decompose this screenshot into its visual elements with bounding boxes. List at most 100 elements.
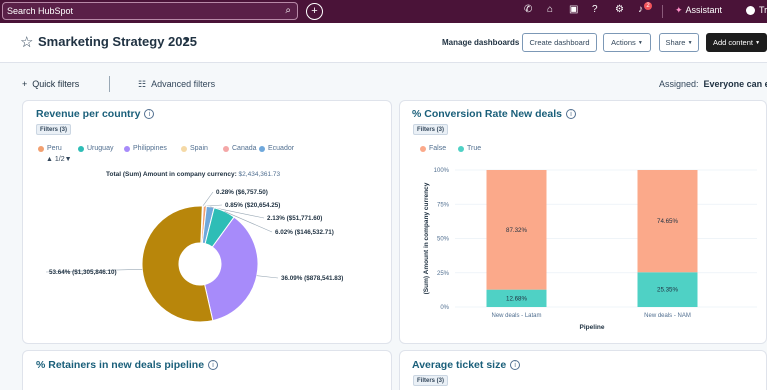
- legend-label: Philippines: [133, 145, 167, 152]
- search-icon[interactable]: ⌕: [285, 5, 291, 16]
- pie-data-label: 2.13% ($51,771.60): [267, 215, 322, 222]
- page-title[interactable]: Smarketing Strategy 2025: [38, 34, 197, 49]
- chevron-down-icon: ▼: [637, 39, 643, 46]
- pie-data-label: 0.85% ($20,654.25): [225, 202, 280, 209]
- y-tick-label: 25%: [437, 271, 450, 277]
- filter-chip[interactable]: Filters (3): [413, 124, 449, 135]
- advanced-filters-button[interactable]: ☷ Advanced filters: [138, 79, 215, 90]
- share-button[interactable]: Share ▼: [659, 33, 699, 52]
- total-amount: Total (Sum) Amount in company currency: …: [106, 171, 280, 178]
- pager-label: 1/2: [54, 156, 65, 163]
- create-dashboard-button[interactable]: Create dashboard: [522, 33, 597, 52]
- bar-data-label: 12.68%: [506, 295, 527, 302]
- info-icon[interactable]: i: [144, 109, 155, 119]
- favorite-star-icon[interactable]: ☆: [20, 33, 33, 51]
- legend-swatch: [124, 145, 130, 152]
- card-title[interactable]: Revenue per country i: [36, 108, 155, 120]
- y-tick-label: 100%: [434, 168, 450, 174]
- marketplace-icon[interactable]: ▣: [569, 4, 578, 15]
- x-tick-label: New deals - Latam: [491, 313, 541, 319]
- advanced-filters-label: Advanced filters: [151, 79, 216, 89]
- add-content-button[interactable]: Add content ▼: [706, 33, 767, 52]
- share-label: Share: [665, 38, 686, 47]
- y-tick-label: 75%: [437, 202, 450, 208]
- legend-swatch: [38, 145, 44, 152]
- y-tick-label: 50%: [437, 237, 450, 243]
- create-dashboard-label: Create dashboard: [529, 38, 590, 47]
- legend-label: Spain: [190, 145, 208, 152]
- bar-data-label: 87.32%: [506, 227, 527, 234]
- pie-leader-line: [202, 191, 214, 207]
- filter-chip[interactable]: Filters (3): [36, 124, 72, 135]
- nav-divider: [662, 5, 663, 18]
- search-placeholder: Search HubSpot: [7, 6, 74, 16]
- legend-swatch: [420, 145, 426, 152]
- user-initials: Tr: [759, 5, 767, 15]
- legend-item[interactable]: Uruguay: [78, 145, 113, 152]
- legend-item[interactable]: False: [420, 145, 446, 152]
- legend-swatch: [223, 145, 229, 152]
- legend-item[interactable]: Philippines: [124, 145, 167, 152]
- legend-swatch: [458, 145, 464, 152]
- legend-label: Ecuador: [268, 145, 295, 152]
- quick-filters-button[interactable]: + Quick filters: [22, 79, 79, 89]
- assigned-label: Assigned:: [659, 79, 699, 89]
- chevron-down-icon: ▼: [755, 39, 761, 46]
- legend-item[interactable]: Ecuador: [259, 145, 294, 152]
- create-new-button[interactable]: +: [306, 3, 323, 20]
- notifications-icon[interactable]: ♪: [638, 4, 643, 15]
- pie-chart: 0.28% ($6,757.50) 0.85% ($20,654.25) 2.13%…: [45, 189, 343, 323]
- legend-item[interactable]: True: [458, 145, 481, 152]
- filters-bar: + Quick filters ☷ Advanced filters Assig…: [0, 64, 767, 100]
- top-navigation-bar: Search HubSpot ⌕ + ✆ ⌂ ▣ ? ⚙ ♪ 2 ✦ Assist…: [0, 0, 767, 23]
- card-title[interactable]: % Conversion Rate New deals i: [412, 108, 576, 120]
- help-icon[interactable]: ?: [592, 4, 598, 15]
- legend-label: True: [467, 145, 482, 152]
- card-title-text: % Conversion Rate New deals: [412, 108, 562, 120]
- info-icon[interactable]: i: [565, 109, 576, 119]
- notification-badge: 2: [644, 2, 652, 10]
- assigned-value[interactable]: Everyone can edit: [704, 79, 767, 89]
- legend-item[interactable]: Spain: [181, 145, 208, 152]
- assigned-status: Assigned: Everyone can edit: [659, 79, 767, 89]
- add-content-label: Add content: [712, 38, 753, 47]
- pie-data-label: 36.09% ($878,541.83): [281, 275, 343, 282]
- chevron-down-icon[interactable]: ▼: [183, 36, 191, 45]
- stacked-bar-chart: 100% 75% 50% 25% 0% (Sum) Amount in company c…: [423, 168, 757, 331]
- caret-down-icon[interactable]: ▼: [65, 156, 72, 163]
- filters-divider: [109, 76, 110, 92]
- card-title[interactable]: Average ticket size i: [412, 359, 521, 371]
- legend-swatch: [78, 145, 84, 152]
- manage-dashboards-link[interactable]: Manage dashboards: [442, 38, 519, 47]
- assistant-label: Assistant: [685, 5, 723, 15]
- settings-icon[interactable]: ⚙: [615, 4, 624, 15]
- filter-chip[interactable]: Filters (3): [413, 375, 449, 386]
- bar-data-label: 25.35%: [657, 287, 678, 294]
- info-icon[interactable]: i: [208, 360, 219, 370]
- legend-item[interactable]: Canada: [223, 145, 257, 152]
- sparkle-icon: ✦: [675, 5, 683, 15]
- legend-label: Uruguay: [87, 145, 114, 152]
- plus-icon: +: [22, 79, 28, 89]
- caret-up-icon[interactable]: ▲: [46, 156, 53, 163]
- x-axis-title: Pipeline: [580, 324, 605, 331]
- pie-leader-line: [256, 275, 279, 279]
- actions-button[interactable]: Actions ▼: [603, 33, 651, 52]
- total-label: Total (Sum) Amount in company currency:: [106, 171, 237, 178]
- avatar[interactable]: [746, 6, 755, 15]
- phone-icon[interactable]: ✆: [524, 4, 532, 15]
- legend-item[interactable]: Peru: [38, 145, 62, 152]
- card-title-text: Revenue per country: [36, 108, 141, 120]
- card-title[interactable]: % Retainers in new deals pipeline i: [36, 359, 219, 371]
- search-input[interactable]: Search HubSpot ⌕: [2, 2, 298, 20]
- legend-label: Canada: [232, 145, 257, 152]
- legend-label: Peru: [47, 145, 62, 152]
- sliders-icon: ☷: [138, 79, 147, 89]
- pie-data-label: 0.28% ($6,757.50): [216, 189, 268, 196]
- academy-icon[interactable]: ⌂: [547, 4, 553, 15]
- legend-pager[interactable]: ▲ 1/2▼: [46, 156, 72, 163]
- assistant-button[interactable]: ✦ Assistant: [675, 5, 722, 16]
- card-title-text: Average ticket size: [412, 359, 507, 371]
- y-axis-title: (Sum) Amount in company currency: [423, 182, 430, 294]
- info-icon[interactable]: i: [510, 360, 521, 370]
